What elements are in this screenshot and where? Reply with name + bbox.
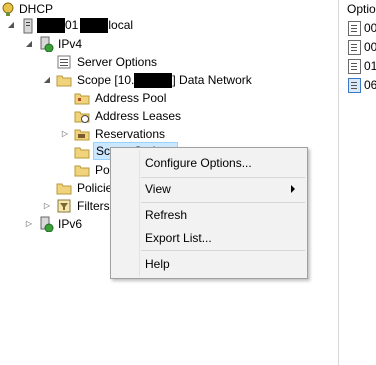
tree-item-reservations[interactable]: Reservations <box>95 125 165 143</box>
policies-folder-icon <box>56 180 72 196</box>
collapse-arrow-icon[interactable]: ◢ <box>42 75 52 85</box>
tree-item-scope[interactable]: Scope [10. ] Data Network <box>77 71 252 89</box>
option-icon <box>348 77 361 93</box>
dhcp-icon <box>0 1 16 17</box>
column-header-option[interactable]: Optio <box>347 2 376 16</box>
folder-icon <box>56 72 72 88</box>
submenu-arrow-icon <box>291 185 295 193</box>
server-icon <box>20 18 36 34</box>
options-list-pane: Optio 00 00 01 06 <box>338 0 376 365</box>
address-pool-icon <box>74 90 90 106</box>
menu-gutter <box>139 150 140 276</box>
address-leases-icon <box>74 108 90 124</box>
tree-item-ipv6[interactable]: IPv6 <box>58 215 82 233</box>
menu-separator <box>141 202 305 203</box>
tree-item-server-options[interactable]: Server Options <box>77 53 157 71</box>
menu-separator <box>141 177 305 178</box>
menu-item-view[interactable]: View <box>145 179 171 199</box>
reservations-icon <box>74 126 90 142</box>
expand-arrow-icon[interactable]: ▷ <box>60 129 70 139</box>
collapse-arrow-icon[interactable]: ◢ <box>24 39 34 49</box>
option-row[interactable]: 06 <box>348 77 376 93</box>
menu-item-export-list[interactable]: Export List... <box>145 228 212 248</box>
context-menu: Configure Options... View Refresh Export… <box>110 147 308 279</box>
server-name-suffix: local <box>108 18 134 32</box>
expand-arrow-icon[interactable]: ▷ <box>42 201 52 211</box>
option-code: 06 <box>364 78 376 92</box>
redacted-block <box>80 18 109 34</box>
server-name-prefix: 01 <box>65 18 79 32</box>
redacted-block <box>37 18 65 34</box>
scope-prefix: Scope [10. <box>77 73 135 87</box>
menu-separator <box>141 250 305 251</box>
scope-options-icon <box>74 144 90 160</box>
server-options-icon <box>56 54 72 70</box>
option-code: 00 <box>364 21 376 35</box>
menu-item-help[interactable]: Help <box>145 254 170 274</box>
ipv6-icon <box>38 216 54 233</box>
menu-item-refresh[interactable]: Refresh <box>145 205 187 225</box>
filters-icon <box>56 198 72 214</box>
option-code: 00 <box>364 40 376 54</box>
redacted-block <box>134 73 173 89</box>
option-icon <box>348 39 361 55</box>
tree-item-address-pool[interactable]: Address Pool <box>95 89 166 107</box>
tree-item-ipv4[interactable]: IPv4 <box>58 35 82 53</box>
expand-arrow-icon[interactable]: ▷ <box>24 219 34 229</box>
collapse-arrow-icon[interactable]: ◢ <box>6 20 16 30</box>
policies-folder-icon <box>74 162 90 178</box>
ipv4-icon <box>38 36 54 53</box>
option-row[interactable]: 00 <box>348 20 376 36</box>
tree-item-address-leases[interactable]: Address Leases <box>95 107 181 125</box>
option-row[interactable]: 00 <box>348 39 376 55</box>
tree-item-server[interactable]: 01 local <box>37 16 133 34</box>
tree-item-filters[interactable]: Filters <box>77 197 110 215</box>
option-code: 01 <box>364 59 376 73</box>
option-icon <box>348 58 361 74</box>
scope-suffix: ] Data Network <box>172 73 252 87</box>
menu-item-configure-options[interactable]: Configure Options... <box>145 153 252 173</box>
option-row[interactable]: 01 <box>348 58 376 74</box>
option-icon <box>348 20 361 36</box>
